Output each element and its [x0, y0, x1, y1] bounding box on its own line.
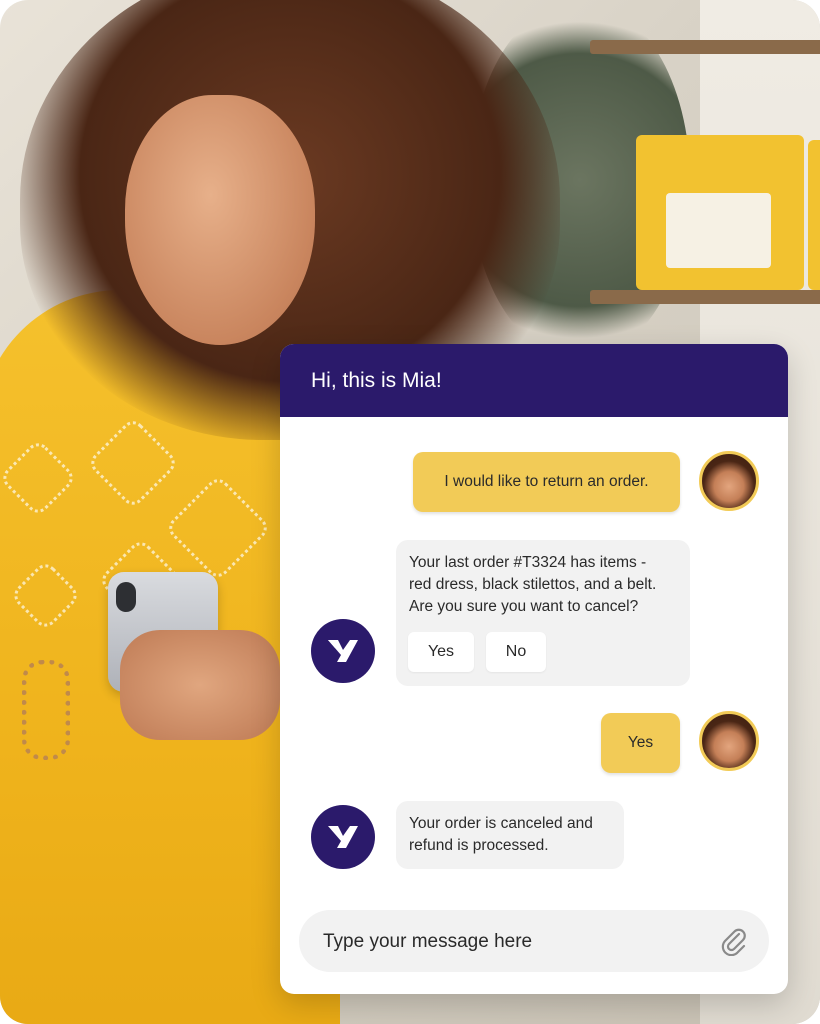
bot-message-line: Your order is canceled and — [409, 815, 593, 832]
person-face — [125, 95, 315, 345]
background-coffee-bag — [808, 140, 820, 290]
person-hands — [120, 630, 280, 740]
bot-message-line: refund is processed. — [409, 837, 549, 854]
option-yes-label: Yes — [427, 643, 455, 660]
bot-message-line: red dress, black stilettos, and a belt. — [409, 576, 657, 593]
user-message: I would like to return an order. — [413, 452, 680, 512]
user-avatar — [699, 711, 759, 771]
user-message-text: I would like to return an order. — [444, 473, 649, 490]
bot-message: Your order is canceled and refund is pro… — [396, 801, 624, 869]
background-shelf — [590, 40, 820, 54]
bot-logo-icon — [328, 640, 358, 662]
option-no-button[interactable]: No — [486, 632, 546, 672]
bot-avatar — [311, 619, 375, 683]
chat-widget: Hi, this is Mia! I would like to return … — [280, 344, 788, 994]
message-input[interactable] — [321, 910, 705, 974]
bot-message-line: Are you sure you want to cancel? — [409, 598, 639, 615]
bracelet — [22, 660, 70, 760]
user-message: Yes — [601, 713, 680, 773]
bot-message-line: Your last order #T3324 has items - — [409, 554, 647, 571]
chat-header: Hi, this is Mia! — [280, 344, 788, 417]
option-no-label: No — [505, 643, 527, 660]
bot-logo-icon — [328, 826, 358, 848]
bot-avatar — [311, 805, 375, 869]
user-message-text: Yes — [627, 734, 654, 751]
message-composer — [299, 910, 769, 974]
chat-header-title: Hi, this is Mia! — [311, 368, 442, 392]
background-coffee-bag — [636, 135, 804, 290]
background-shelf — [590, 290, 820, 304]
option-yes-button[interactable]: Yes — [408, 632, 474, 672]
bot-message: Your last order #T3324 has items - red d… — [396, 540, 690, 686]
user-avatar — [699, 451, 759, 511]
paperclip-icon[interactable] — [719, 926, 749, 956]
